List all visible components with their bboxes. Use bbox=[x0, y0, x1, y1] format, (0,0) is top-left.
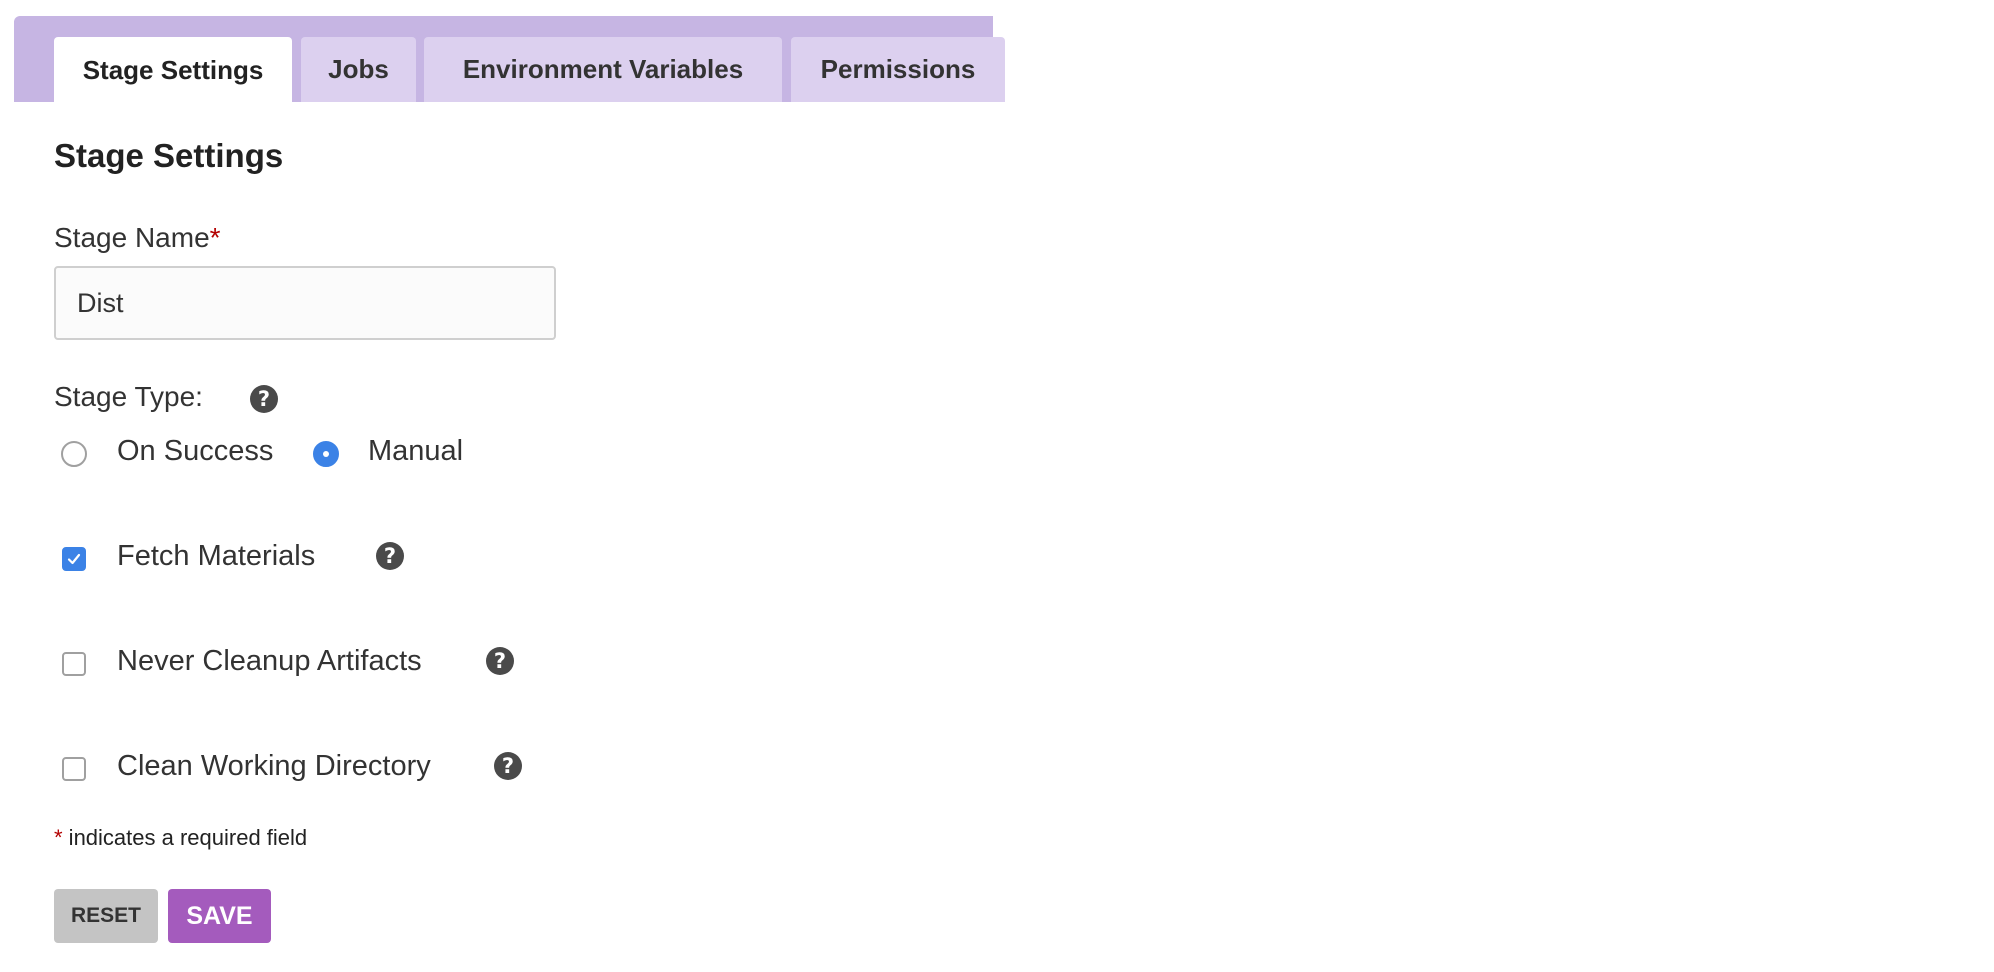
tab-environment-variables[interactable]: Environment Variables bbox=[424, 37, 782, 102]
never-cleanup-artifacts-label[interactable]: Never Cleanup Artifacts bbox=[117, 645, 422, 678]
tab-stage-settings[interactable]: Stage Settings bbox=[54, 37, 292, 103]
stage-name-label: Stage Name* bbox=[54, 222, 221, 254]
fetch-materials-checkbox[interactable] bbox=[62, 547, 86, 571]
radio-on-success[interactable] bbox=[61, 441, 87, 467]
radio-on-success-label[interactable]: On Success bbox=[117, 435, 273, 468]
tab-jobs[interactable]: Jobs bbox=[301, 37, 416, 102]
required-note-marker: * bbox=[54, 825, 63, 850]
clean-working-directory-checkbox[interactable] bbox=[62, 757, 86, 781]
stage-type-help-icon[interactable]: ? bbox=[250, 385, 278, 413]
required-marker: * bbox=[209, 222, 221, 253]
check-icon bbox=[67, 553, 81, 565]
never-cleanup-artifacts-checkbox[interactable] bbox=[62, 652, 86, 676]
radio-manual-label[interactable]: Manual bbox=[368, 435, 463, 468]
stage-type-label: Stage Type: bbox=[54, 381, 203, 412]
stage-settings-page: Stage Settings Jobs Environment Variable… bbox=[0, 0, 1994, 972]
fetch-materials-label[interactable]: Fetch Materials bbox=[117, 540, 315, 573]
clean-working-directory-help-icon[interactable]: ? bbox=[494, 752, 522, 780]
section-title: Stage Settings bbox=[54, 137, 284, 174]
tab-bar: Stage Settings Jobs Environment Variable… bbox=[14, 16, 1005, 103]
tab-permissions[interactable]: Permissions bbox=[791, 37, 1005, 102]
reset-button[interactable]: RESET bbox=[54, 889, 158, 943]
required-note-text: indicates a required field bbox=[62, 825, 308, 850]
save-button[interactable]: SAVE bbox=[168, 889, 271, 943]
never-cleanup-artifacts-help-icon[interactable]: ? bbox=[486, 647, 514, 675]
stage-name-input[interactable] bbox=[54, 266, 556, 340]
required-field-note: * indicates a required field bbox=[54, 825, 307, 851]
clean-working-directory-label[interactable]: Clean Working Directory bbox=[117, 750, 431, 783]
stage-name-label-text: Stage Name bbox=[54, 222, 210, 253]
radio-manual[interactable] bbox=[313, 441, 339, 467]
fetch-materials-help-icon[interactable]: ? bbox=[376, 542, 404, 570]
